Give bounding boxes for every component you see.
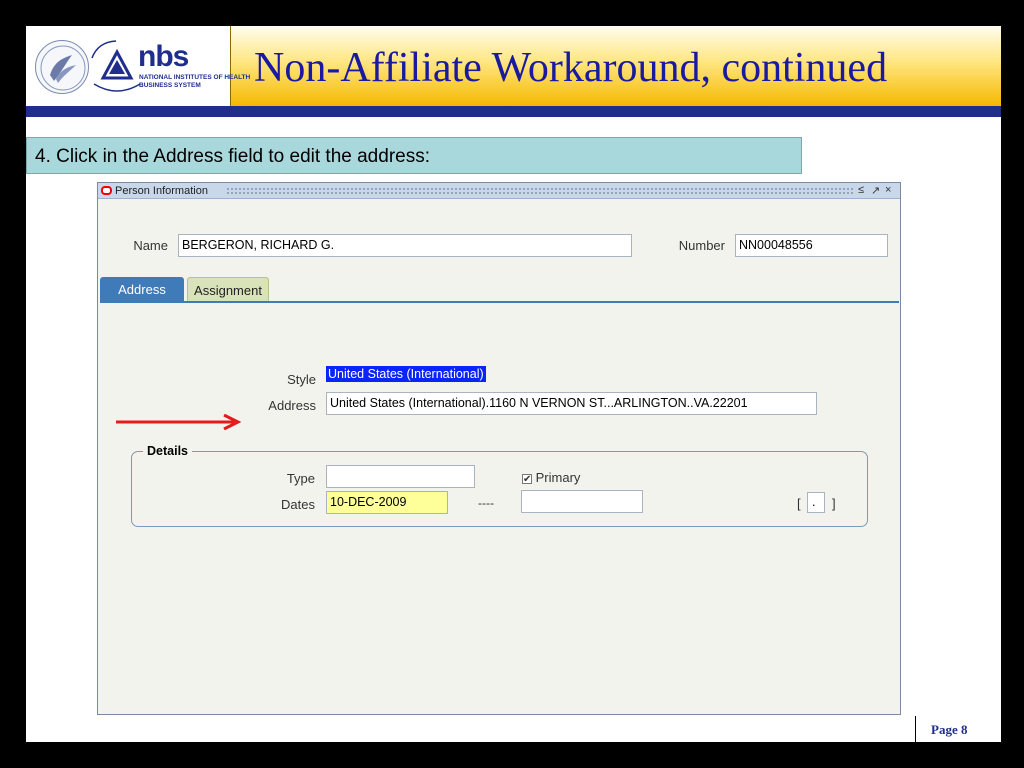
nbs-subtitle-line2: BUSINESS SYSTEM (139, 82, 201, 89)
nbs-wordmark: nbs (138, 40, 189, 73)
date-separator: ---- (478, 496, 494, 510)
style-selected-text: United States (International) (326, 366, 486, 382)
flex-open-bracket: [ (797, 496, 801, 511)
details-group: Details Type ✔ Primary Dates 10-DEC-2009… (131, 444, 868, 527)
close-icon[interactable]: × (885, 184, 891, 196)
minimize-icon[interactable]: ≤ (858, 184, 864, 196)
details-legend: Details (143, 444, 192, 458)
type-field[interactable] (326, 465, 475, 488)
person-information-window: Person Information ≤ ↗ × Name BERGERON, … (97, 182, 901, 715)
address-field[interactable]: United States (International).1160 N VER… (326, 392, 817, 415)
window-titlebar[interactable]: Person Information ≤ ↗ × (98, 183, 900, 199)
slide: nbs NATIONAL INSTITUTES OF HEALTH BUSINE… (26, 26, 1001, 742)
nbs-subtitle-line1: NATIONAL INSTITUTES OF HEALTH (139, 74, 251, 81)
header-rule (26, 106, 1001, 117)
maximize-icon[interactable]: ↗ (871, 184, 880, 197)
oracle-icon (101, 186, 112, 195)
page-number: Page 8 (931, 722, 968, 737)
instruction-box: 4. Click in the Address field to edit th… (26, 137, 802, 174)
primary-checkbox[interactable]: ✔ Primary (522, 470, 580, 485)
red-arrow-icon (116, 414, 242, 430)
hhs-seal-icon (35, 40, 89, 94)
number-field[interactable]: NN00048556 (735, 234, 888, 257)
slide-title: Non-Affiliate Workaround, continued (254, 45, 888, 91)
date-from-field[interactable]: 10-DEC-2009 (326, 491, 448, 514)
number-label: Number (678, 238, 725, 253)
name-field[interactable]: BERGERON, RICHARD G. (178, 234, 632, 257)
name-label: Name (133, 238, 168, 253)
style-label: Style (287, 372, 316, 387)
instruction-text: 4. Click in the Address field to edit th… (35, 146, 430, 167)
address-label: Address (268, 398, 316, 413)
flexfield-button[interactable]: . (807, 492, 825, 513)
check-icon: ✔ (522, 473, 532, 485)
nbs-logo: nbs NATIONAL INSTITUTES OF HEALTH BUSINE… (26, 26, 250, 106)
tab-underline (100, 301, 899, 303)
dates-label: Dates (281, 497, 315, 512)
tab-address[interactable]: Address (100, 277, 184, 302)
type-label: Type (286, 471, 315, 486)
footer-divider (915, 716, 916, 742)
window-title: Person Information (115, 185, 208, 197)
style-field[interactable]: United States (International) (326, 365, 518, 386)
slide-header: nbs NATIONAL INSTITUTES OF HEALTH BUSINE… (26, 26, 1001, 106)
primary-label: Primary (535, 470, 581, 485)
date-to-field[interactable] (521, 490, 643, 513)
tab-assignment[interactable]: Assignment (187, 277, 269, 302)
flex-close-bracket: ] (832, 496, 836, 511)
titlebar-grip (226, 187, 854, 194)
